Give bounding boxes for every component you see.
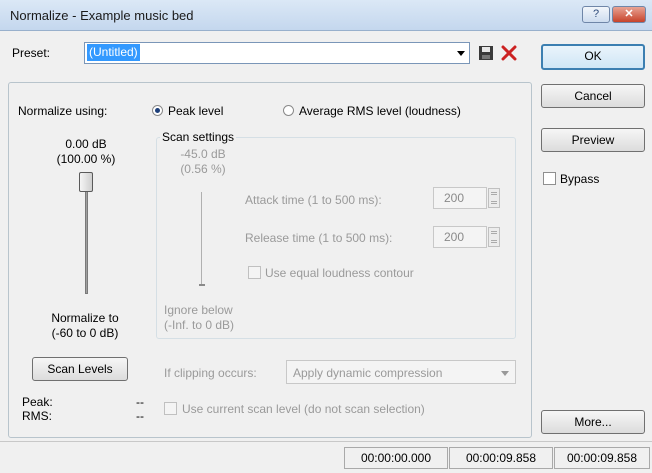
ignore-slider-track[interactable]	[201, 192, 202, 286]
scan-levels-button[interactable]: Scan Levels	[32, 357, 128, 381]
normalize-using-label: Normalize using:	[18, 104, 108, 118]
attack-time-input[interactable]: 200	[433, 187, 487, 209]
bypass-label: Bypass	[560, 172, 600, 186]
preset-combo[interactable]: (Untitled)	[84, 42, 470, 64]
bypass-checkbox[interactable]	[543, 172, 556, 185]
status-end-time: 00:00:09.858	[449, 447, 553, 469]
status-start-time: 00:00:00.000	[344, 447, 448, 469]
rms-value: --	[136, 409, 144, 423]
normalize-slider-thumb[interactable]	[79, 172, 93, 192]
peak-level-radio[interactable]	[152, 105, 163, 116]
peak-level-label[interactable]: Peak level	[168, 104, 223, 118]
normalize-db-value: 0.00 dB	[65, 137, 107, 151]
ok-button[interactable]: OK	[541, 44, 645, 70]
title-bar: Normalize - Example music bed ? ✕	[0, 0, 652, 31]
chevron-down-icon[interactable]	[457, 51, 465, 56]
preset-value[interactable]: (Untitled)	[87, 44, 140, 61]
help-button[interactable]: ?	[582, 6, 610, 23]
normalize-to-label: Normalize to	[51, 311, 119, 325]
use-current-scan-checkbox[interactable]	[164, 402, 177, 415]
rms-level-label[interactable]: Average RMS level (loudness)	[299, 104, 461, 118]
save-preset-icon[interactable]	[478, 45, 494, 61]
release-spin-arrows-icon[interactable]	[488, 227, 500, 247]
preset-label: Preset:	[12, 46, 51, 60]
close-button[interactable]: ✕	[612, 6, 646, 23]
normalize-range-label: (-60 to 0 dB)	[51, 326, 119, 340]
status-divider	[0, 441, 652, 442]
rms-label: RMS:	[22, 409, 52, 423]
normalize-pct-value: (100.00 %)	[56, 152, 116, 166]
clipping-combo[interactable]: Apply dynamic compression	[286, 360, 516, 384]
chevron-down-icon[interactable]	[501, 371, 509, 376]
status-length-time: 00:00:09.858	[554, 447, 650, 469]
cancel-button[interactable]: Cancel	[541, 84, 645, 108]
scan-settings-title: Scan settings	[160, 130, 237, 144]
clipping-label: If clipping occurs:	[164, 366, 257, 380]
release-time-label: Release time (1 to 500 ms):	[245, 231, 393, 245]
clipping-value: Apply dynamic compression	[293, 366, 443, 380]
attack-time-spinner[interactable]: 200	[433, 187, 503, 209]
attack-spin-arrows-icon[interactable]	[488, 188, 500, 208]
window-title: Normalize - Example music bed	[10, 8, 194, 23]
ignore-below-label: Ignore below	[164, 303, 233, 317]
peak-label: Peak:	[22, 395, 53, 409]
release-time-input[interactable]: 200	[433, 226, 487, 248]
attack-time-label: Attack time (1 to 500 ms):	[245, 193, 382, 207]
scan-pct-value: (0.56 %)	[180, 162, 226, 176]
ignore-range-label: (-Inf. to 0 dB)	[164, 318, 235, 332]
more-button[interactable]: More...	[541, 410, 645, 434]
preview-button[interactable]: Preview	[541, 128, 645, 152]
ignore-slider-thumb[interactable]	[199, 284, 205, 286]
release-time-spinner[interactable]: 200	[433, 226, 503, 248]
rms-level-radio[interactable]	[283, 105, 294, 116]
delete-preset-icon[interactable]	[500, 44, 518, 62]
scan-db-value: -45.0 dB	[180, 147, 226, 161]
peak-value: --	[136, 395, 144, 409]
equal-loudness-label: Use equal loudness contour	[265, 266, 414, 280]
equal-loudness-checkbox[interactable]	[248, 266, 261, 279]
use-current-scan-label: Use current scan level (do not scan sele…	[182, 402, 425, 416]
